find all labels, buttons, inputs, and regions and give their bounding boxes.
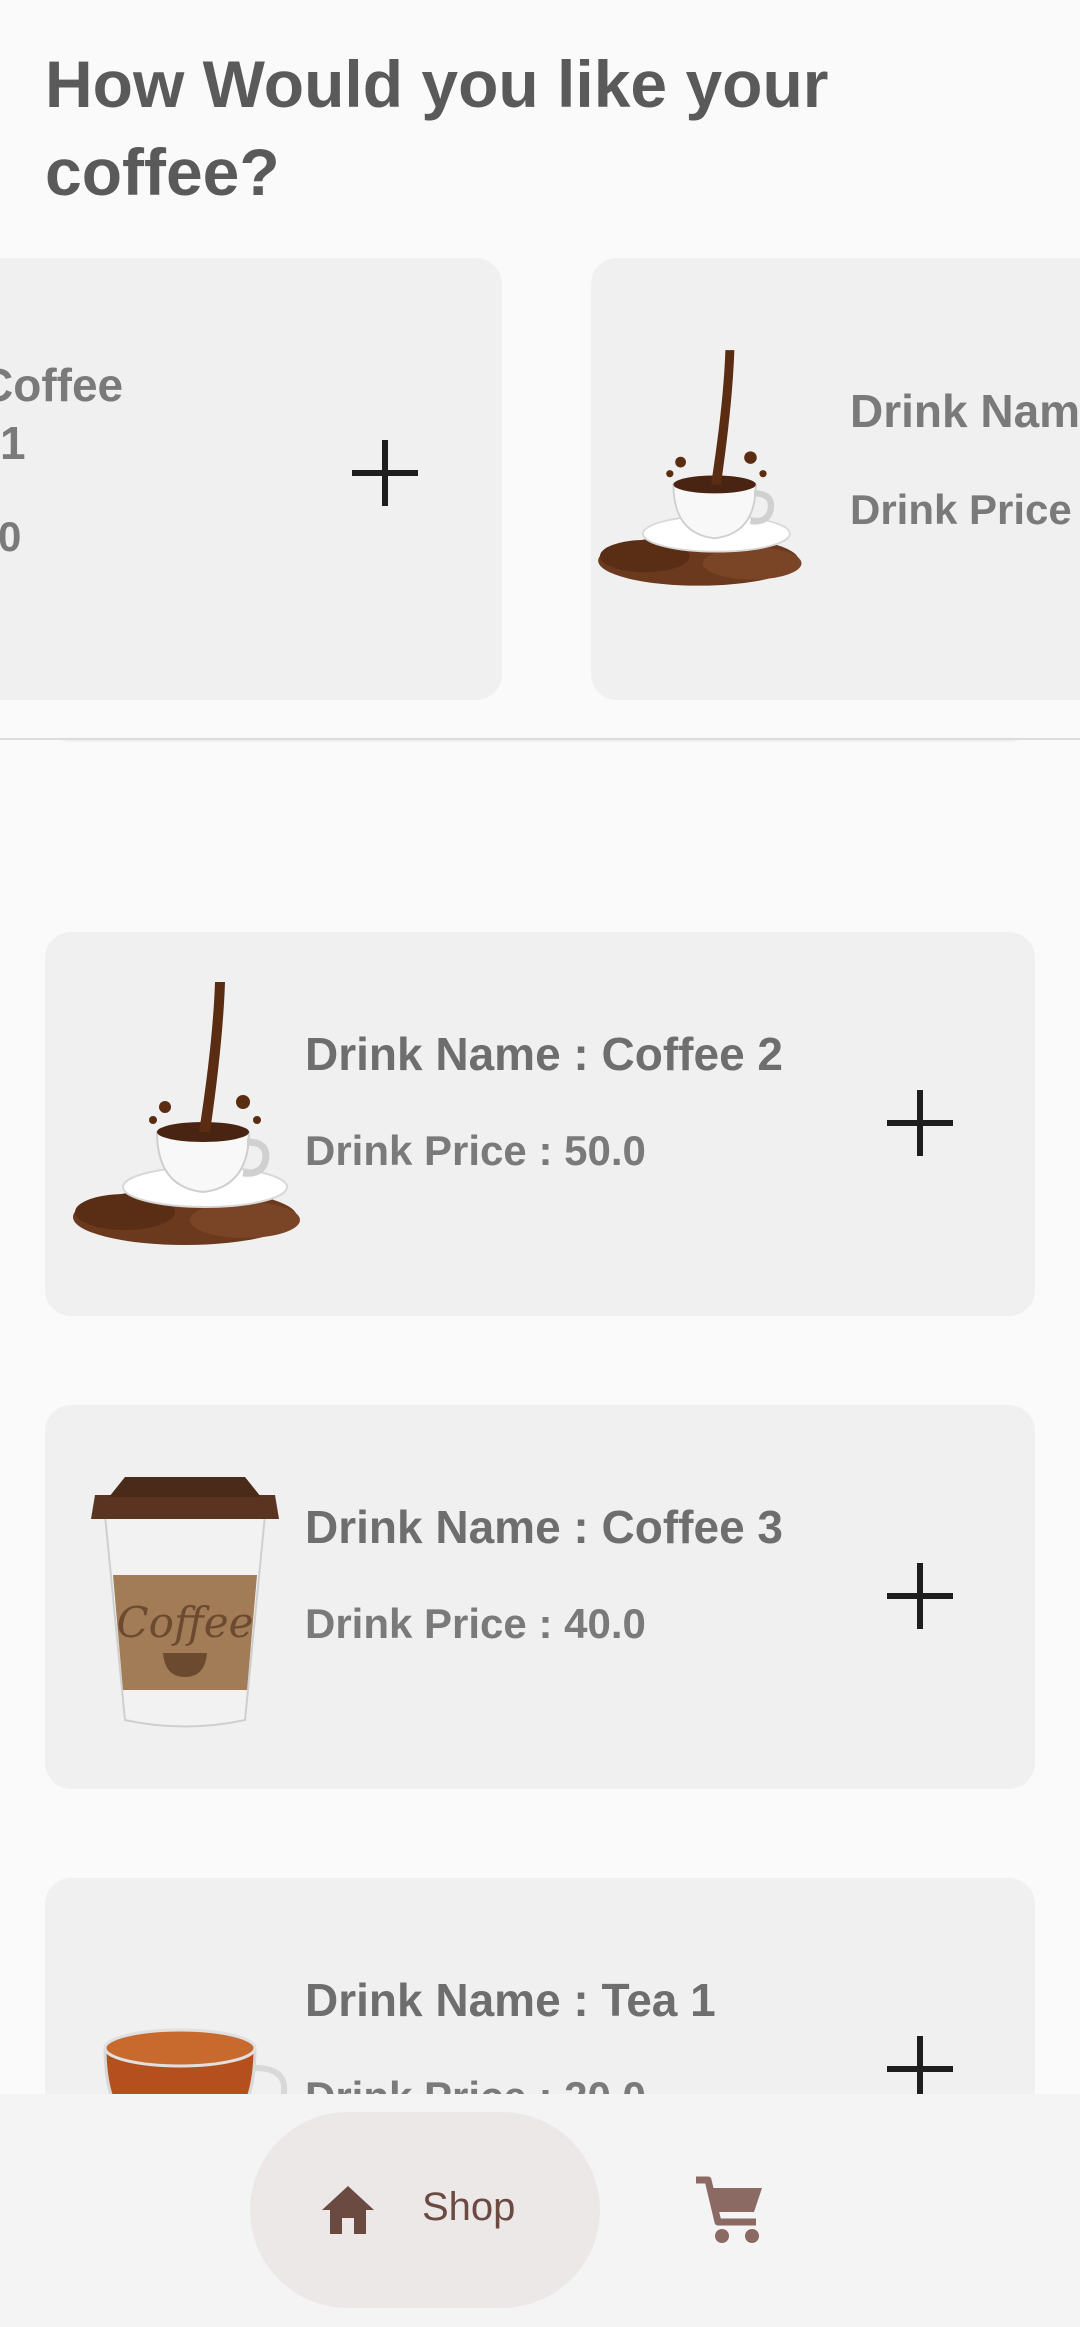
svg-text:Coffee: Coffee	[117, 1598, 254, 1647]
drink-card[interactable]: Drink Name : Tea 1 Drink Price : 20.0	[45, 1878, 1035, 2094]
carousel-card-number: 1	[0, 417, 26, 469]
add-to-cart-button[interactable]	[875, 1078, 965, 1168]
drink-card[interactable]: Drink Name : Coffee 2 Drink Price : 50.0	[45, 932, 1035, 1316]
carousel-card-right[interactable]: Drink Nam Drink Price	[591, 258, 1080, 700]
drink-image-icon	[591, 348, 806, 603]
drink-price: Drink Price : 40.0	[305, 1600, 646, 1647]
carousel-card-name: Drink Nam	[850, 385, 1080, 437]
drink-card-partial[interactable]	[45, 740, 1035, 742]
cart-icon[interactable]	[690, 2170, 770, 2250]
carousel-card-price: 0	[0, 513, 22, 560]
carousel-card-left[interactable]: Coffee 1 0	[0, 258, 502, 700]
drink-list[interactable]: Drink Name : Coffee 2 Drink Price : 50.0…	[0, 740, 1080, 2094]
add-to-cart-button[interactable]	[875, 1551, 965, 1641]
takeaway-cup-icon: Coffee	[91, 1477, 279, 1728]
nav-shop-tab[interactable]: Shop	[250, 2112, 600, 2308]
drink-name: Drink Name : Coffee 3	[305, 1501, 784, 1553]
add-icon[interactable]	[340, 428, 430, 518]
bottom-navigation: Shop	[0, 2094, 1080, 2327]
carousel-card-price: Drink Price	[850, 486, 1072, 533]
drink-card[interactable]: Coffee Drink Name : Coffee 3 Drink Price…	[45, 1405, 1035, 1789]
tea-cup-icon	[103, 2028, 288, 2094]
add-to-cart-button[interactable]	[875, 2024, 965, 2094]
drink-price: Drink Price : 20.0	[305, 2073, 646, 2094]
carousel-card-name: Coffee	[0, 359, 124, 411]
drink-name: Drink Name : Tea 1	[305, 1974, 716, 2026]
featured-carousel[interactable]: Coffee 1 0 Drink Nam Drink Price	[0, 258, 1080, 702]
drink-name: Drink Name : Coffee 2	[305, 1028, 784, 1080]
coffee-pour-icon	[65, 982, 305, 1262]
page-title: How Would you like your coffee?	[45, 47, 829, 209]
nav-shop-label: Shop	[422, 2185, 516, 2229]
drink-price: Drink Price : 50.0	[305, 1127, 646, 1174]
home-icon	[322, 2186, 374, 2234]
